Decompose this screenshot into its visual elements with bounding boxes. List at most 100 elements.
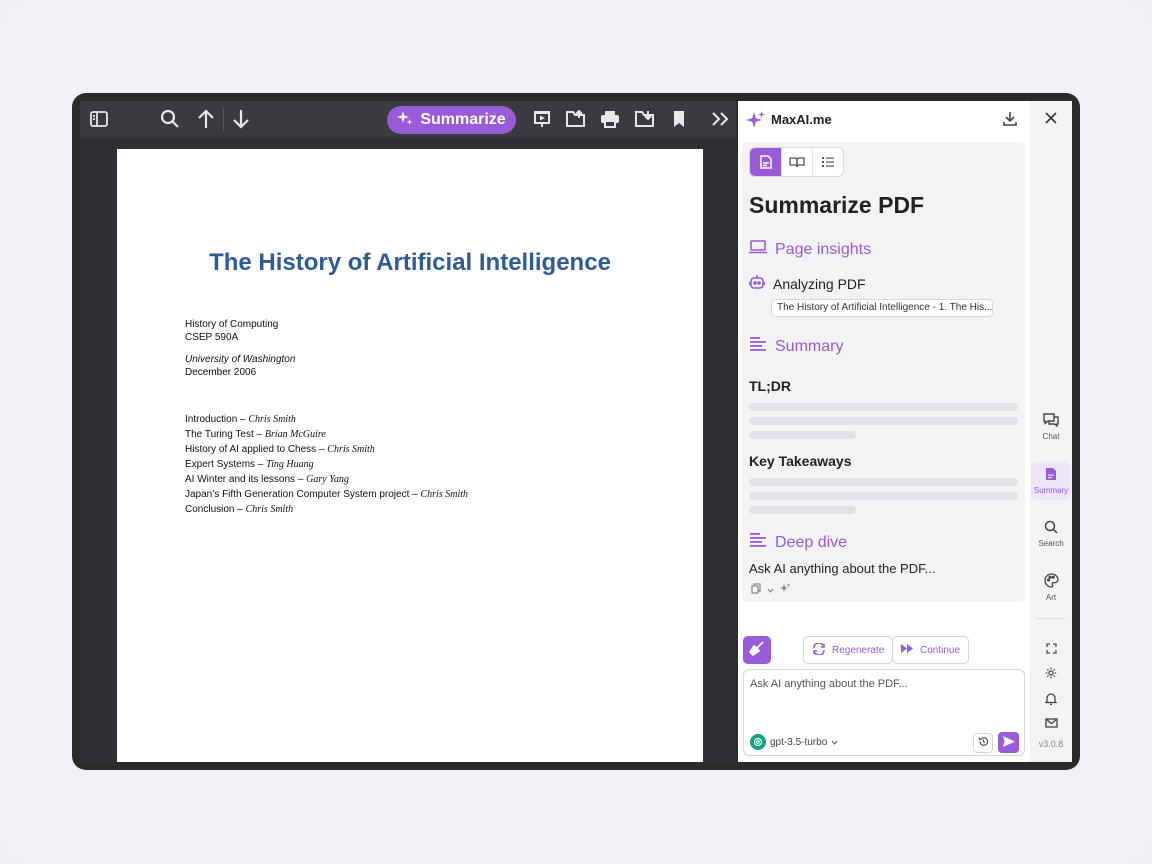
history-button[interactable] [973,733,993,753]
toc-entry: The Turing Test – Brian McGuire [185,429,326,440]
deep-dive-section: Deep dive [749,533,847,552]
search-icon [1044,520,1058,536]
toolbar-divider [223,107,224,131]
sparkle-icon[interactable] [780,583,791,597]
laptop-icon [749,240,767,259]
analyzing-status: Analyzing PDF [748,274,866,293]
chat-input-placeholder: Ask AI anything about the PDF... [750,678,908,690]
loading-skeleton [749,431,856,439]
page-summary-tab[interactable] [750,148,781,176]
document-title: The History of Artificial Intelligence [209,249,611,276]
broom-icon [748,640,765,661]
download-file-icon[interactable] [634,108,656,130]
mail-icon[interactable] [1041,714,1061,732]
device-background: Summarize The History of Artificial Inte… [0,0,1152,864]
university-name: University of Washington [185,354,296,365]
regenerate-label: Regenerate [832,644,885,656]
loading-skeleton [749,417,1018,425]
toc-entry: Introduction – Chris Smith [185,414,296,425]
rail-divider [1036,618,1066,619]
tldr-heading: TL;DR [749,378,791,394]
text-lines-icon [749,533,767,552]
deep-dive-text: Ask AI anything about the PDF... [749,561,936,576]
toc-entry: Expert Systems – Ting Huang [185,459,314,470]
settings-gear-icon[interactable] [1041,664,1061,682]
loading-skeleton [749,492,1018,500]
sidebar-toggle-icon[interactable] [88,108,110,130]
app-window: Summarize The History of Artificial Inte… [72,93,1080,770]
pdf-viewer: Summarize The History of Artificial Inte… [80,101,736,762]
send-button[interactable] [998,732,1019,753]
close-icon[interactable] [1041,108,1061,128]
key-takeaways-heading: Key Takeaways [749,453,852,469]
pdf-toolbar: Summarize [80,101,736,138]
regenerate-button[interactable]: Regenerate [803,636,894,664]
new-chat-broom-button[interactable] [743,636,771,664]
open-file-icon[interactable] [565,108,587,130]
model-selector[interactable]: gpt-3.5-turbo [750,733,838,751]
model-name: gpt-3.5-turbo [770,736,828,748]
chat-icon [1043,413,1059,429]
toc-entry: History of AI applied to Chess – Chris S… [185,444,375,455]
toc-entry: Japan’s Fifth Generation Computer System… [185,489,468,500]
course-name: History of Computing [185,319,279,330]
page-insights-label: Page insights [775,240,872,258]
send-icon [1002,734,1015,752]
summary-card: Summarize PDF Page insights Analyzing PD… [742,142,1025,602]
search-icon[interactable] [159,108,181,130]
text-lines-icon [749,337,767,356]
print-icon[interactable] [599,108,621,130]
arrow-up-icon[interactable] [195,108,217,130]
loading-skeleton [749,506,856,514]
palette-icon [1043,573,1059,590]
document-date: December 2006 [185,367,257,378]
loading-skeleton [749,478,1018,486]
rail-summary-label: Summary [1033,486,1069,495]
rail-chat-label: Chat [1042,432,1060,441]
rail-chat[interactable]: Chat [1031,413,1071,447]
deep-dive-label: Deep dive [775,533,848,551]
rail-search-label: Search [1038,539,1064,548]
side-rail: Chat Summary Search Art v3.0.8 [1030,101,1072,762]
history-icon [977,736,989,750]
rail-search[interactable]: Search [1031,520,1071,554]
refresh-icon [812,641,826,658]
pdf-page: The History of Artificial Intelligence H… [117,149,703,762]
reading-mode-tab[interactable] [781,148,812,176]
copy-icon[interactable] [751,583,761,597]
summarize-button[interactable]: Summarize [387,106,516,134]
summary-mode-switch [749,147,844,177]
summary-heading: Summarize PDF [749,192,925,218]
openai-icon [750,734,766,750]
loading-skeleton [749,403,1018,411]
version-label: v3.0.8 [1038,739,1064,749]
source-chip[interactable]: The History of Artificial Intelligence -… [771,299,993,317]
chat-input[interactable]: Ask AI anything about the PDF... gpt-3.5… [743,669,1025,756]
bookmark-icon[interactable] [668,108,690,130]
list-mode-tab[interactable] [812,148,843,176]
more-tools-icon[interactable] [709,108,731,130]
maxai-logo-icon [746,110,766,135]
chevron-down-icon[interactable] [767,585,774,596]
arrow-down-icon[interactable] [230,108,252,130]
rail-art[interactable]: Art [1031,573,1071,607]
presentation-icon[interactable] [531,108,553,130]
rail-summary[interactable]: Summary [1031,462,1071,500]
brand-name: MaxAI.me [771,112,832,127]
continue-button[interactable]: Continue [892,636,970,664]
robot-icon [748,274,766,293]
sparkle-icon [397,110,413,131]
panel-header: MaxAI.me [738,101,1030,137]
bell-icon[interactable] [1041,689,1061,707]
toc-entry: AI Winter and its lessons – Gary Yang [185,474,349,485]
toc-entry: Conclusion – Chris Smith [185,504,294,515]
analyzing-label: Analyzing PDF [773,275,866,292]
continue-label: Continue [920,644,961,656]
summary-doc-icon [1045,467,1057,483]
course-code: CSEP 590A [185,332,239,343]
summarize-label: Summarize [420,111,506,128]
fullscreen-icon[interactable] [1041,639,1061,657]
rail-art-label: Art [1045,593,1057,602]
chevron-down-icon [831,737,838,748]
download-icon[interactable] [1003,111,1017,132]
